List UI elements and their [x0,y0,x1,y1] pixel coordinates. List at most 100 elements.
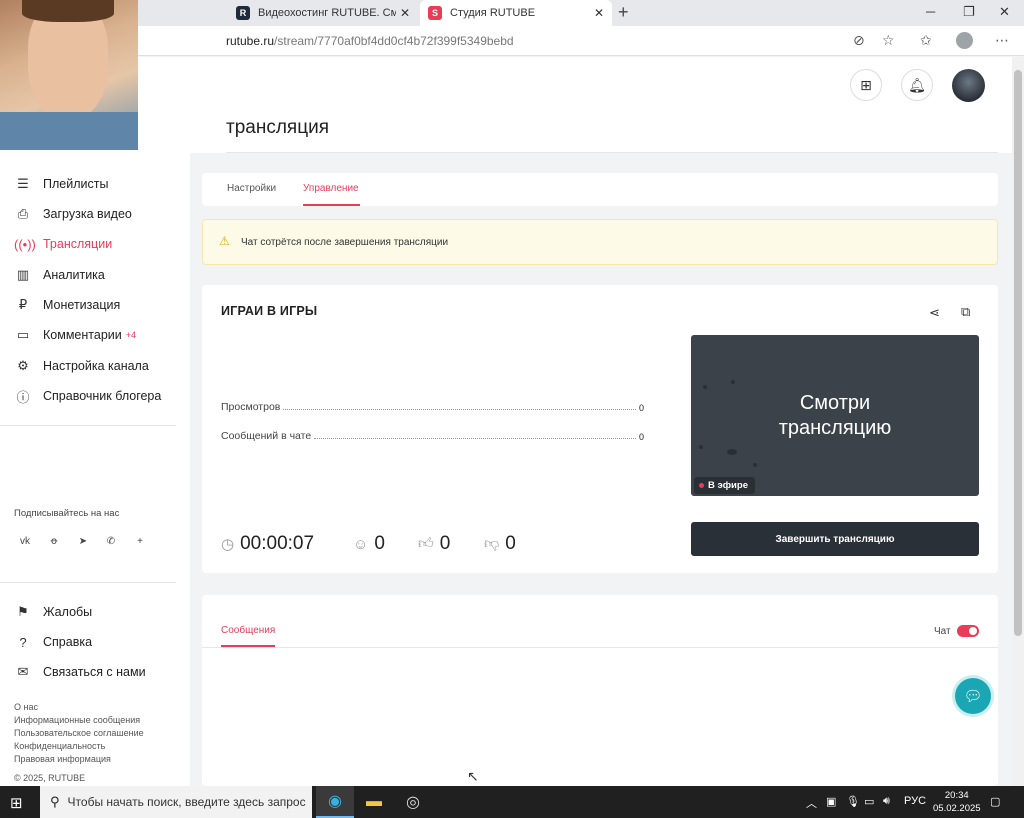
webcam-overlay [0,0,138,150]
duration-value: 00:00:07 [240,533,315,554]
warning-icon: ⚠ [219,234,230,248]
sidebar-item-broadcasts[interactable]: ((•)) Трансляции [14,234,112,254]
close-tab-icon[interactable]: ✕ [594,6,604,20]
language-indicator[interactable]: РУС [904,795,926,807]
obs-icon: ◎ [406,794,420,811]
stat-value: 0 [638,403,644,413]
network-icon[interactable]: ▭ [864,795,874,808]
volume-icon[interactable]: 🔊︎ [883,795,890,808]
viber-icon[interactable]: ✆ [103,533,119,549]
sidebar-item-channel-settings[interactable]: ⚙ Настройка канала [14,356,149,376]
tray-chevron-icon[interactable]: ︿ [806,795,817,811]
sidebar-item-analytics[interactable]: ▥ Аналитика [14,265,105,285]
windows-taskbar: ⊞ ⚲ Чтобы начать поиск, введите здесь за… [0,786,1024,818]
sidebar-divider [0,425,176,426]
footer-link-privacy[interactable]: Конфиденциальность [14,741,105,751]
sidebar-item-label: Плейлисты [43,177,109,191]
obs-app[interactable]: ◎ [394,786,432,818]
sidebar-item-blogger-guide[interactable]: ⓘ Справочник блогера [14,386,161,406]
support-chat-button[interactable]: 💬︎ [955,678,991,714]
telegram-icon[interactable]: ➤ [75,533,91,549]
new-tab-icon[interactable]: + [618,2,629,23]
stream-duration: ◷ 00:00:07 [221,533,314,555]
tab-messages[interactable]: Сообщения [221,625,275,636]
stat-value: 0 [638,432,644,442]
close-tab-icon[interactable]: ✕ [400,6,410,20]
sidebar-item-playlists[interactable]: ☰ Плейлисты [14,174,108,194]
thumbs-up-icon: 👍︎ [418,535,434,552]
clock-icon: ◷ [221,536,235,553]
mouse-cursor-icon: ↖ [467,768,479,784]
footer-link-legal[interactable]: Правовая информация [14,754,111,764]
vk-icon[interactable]: vk [17,533,33,549]
sidebar-item-label: Загрузка видео [43,207,132,221]
restore-icon[interactable]: ❐ [963,4,975,20]
external-link-icon[interactable]: ⧉ [961,304,970,320]
address-bar[interactable]: rutube.ru/stream/7770af0bf4dd0cf4b72f399… [0,26,1024,56]
preview-decor [727,449,737,455]
end-stream-button[interactable]: Завершить трансляцию [691,522,979,556]
warning-text: Чат сотрётся после завершения трансляции [241,237,449,248]
footer-link-agreement[interactable]: Пользовательское соглашение [14,728,144,738]
page: трансляция ⊞ 🔔︎ ☰ Плейлисты ⎙ Загрузка в… [0,57,1012,786]
chat-warning-banner: ⚠ Чат сотрётся после завершения трансляц… [202,219,998,265]
sidebar-item-contact[interactable]: ✉ Связаться с нами [14,662,146,682]
stat-label: Просмотров [221,401,281,413]
clock[interactable]: 20:34 05.02.2025 [933,789,981,815]
notifications-button[interactable]: 🔔︎ [901,69,933,101]
stream-preview[interactable]: Смотри трансляцию В эфире [691,335,979,496]
camera-icon[interactable]: ▣ [826,795,836,808]
tab-management[interactable]: Управление [303,183,359,194]
footer-link-info[interactable]: Информационные сообщения [14,715,140,725]
url-text[interactable]: rutube.ru/stream/7770af0bf4dd0cf4b72f399… [226,34,514,48]
plus-square-icon: ⊞ [860,76,872,93]
sidebar-item-upload[interactable]: ⎙ Загрузка видео [14,204,132,224]
messages-divider [202,647,998,648]
profile-icon[interactable] [956,32,973,49]
favorite-star-icon[interactable]: ☆ [882,32,895,49]
footer-link-about[interactable]: О нас [14,702,38,712]
favorites-bar-icon[interactable]: ✩ [920,32,932,49]
taskbar-search[interactable]: ⚲ Чтобы начать поиск, введите здесь запр… [40,786,312,818]
ok-icon[interactable]: ꝋ [46,533,62,549]
sidebar-item-label: Связаться с нами [43,665,146,679]
minimize-icon[interactable]: ─ [926,4,935,19]
notifications-center-icon[interactable]: ▢ [990,795,1000,808]
share-icon[interactable]: ⋖ [929,305,940,321]
tab-settings[interactable]: Настройки [227,183,276,194]
browser-tab-studio[interactable]: S Студия RUTUBE ✕ [420,0,612,26]
rutube-studio-logo-icon: S [428,6,442,20]
more-social-icon[interactable]: + [132,533,148,549]
avatar[interactable] [952,69,985,102]
sidebar-item-monetization[interactable]: ₽ Монетизация [14,295,120,315]
sidebar-item-complaints[interactable]: ⚑ Жалобы [14,602,92,622]
stat-dots [314,438,636,439]
stream-card: ИГРАИ В ИГРЫ ⋖ ⧉ Просмотров 0 Сообщений … [202,285,998,573]
tracking-icon[interactable]: ⊘ [853,32,865,49]
chat-toggle[interactable] [957,625,979,637]
sidebar-item-comments[interactable]: ▭ Комментарии +4 [14,325,136,345]
bell-icon: 🔔︎ [908,76,926,93]
more-menu-icon[interactable]: ⋯ [995,32,1009,49]
windows-start-icon[interactable]: ⊞ [10,794,23,812]
explorer-app[interactable]: ▬ [355,786,393,818]
comment-icon: ▭ [16,327,30,342]
sidebar-item-help[interactable]: ? Справка [14,632,92,652]
preview-decor [731,380,735,384]
stream-title: ИГРАИ В ИГРЫ [221,304,318,318]
close-window-icon[interactable]: ✕ [999,4,1010,20]
scrollbar-thumb[interactable] [1014,70,1022,636]
microphone-icon[interactable]: 🎙︎ [846,795,860,808]
broadcast-icon: ((•)) [14,236,36,252]
add-content-button[interactable]: ⊞ [850,69,882,101]
preview-decor [703,385,707,389]
webcam-hair [22,0,114,22]
search-placeholder: Чтобы начать поиск, введите здесь запрос [67,795,306,809]
chat-bubbles-icon: 💬︎ [963,688,983,705]
edge-app[interactable]: ◉ [316,786,354,818]
browser-tab-rutube[interactable]: R Видеохостинг RUTUBE. Смотри ✕ [228,0,418,26]
copyright: © 2025, RUTUBE [14,773,86,783]
sidebar-item-label: Монетизация [43,298,121,312]
likes-count: 👍︎ 0 [418,533,450,555]
viewers-count: ☺ 0 [353,533,385,555]
